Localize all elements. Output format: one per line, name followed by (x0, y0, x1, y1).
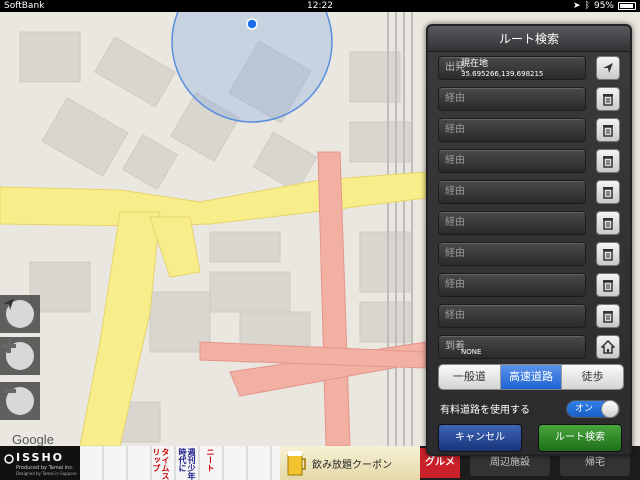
manga-ad-images: タイムスリップ 週刊少年時代に ニート (80, 446, 280, 480)
trash-icon (603, 187, 613, 199)
trash-icon (603, 94, 613, 106)
waypoint-field[interactable]: 経由 (438, 273, 586, 297)
issho-designed-by: Designed by Tamai in Sapporo (16, 471, 77, 476)
waypoint-field[interactable]: 経由 (438, 118, 586, 142)
route-search-panel: ルート検索 出発 現在地 35.695266,139.698215 経由 経由 … (426, 24, 632, 456)
issho-brand: ISSHO (16, 451, 65, 464)
delete-waypoint-button[interactable] (596, 118, 620, 142)
delete-waypoint-button[interactable] (596, 211, 620, 235)
waypoint-row: 経由 (438, 180, 628, 204)
google-logo: Google (12, 432, 54, 447)
coupon-text: 飲み放題クーポン (312, 460, 392, 471)
trash-icon (603, 249, 613, 261)
waypoint-field[interactable]: 経由 (438, 180, 586, 204)
delete-waypoint-button[interactable] (596, 242, 620, 266)
waypoint-field[interactable]: 経由 (438, 149, 586, 173)
origin-field[interactable]: 出発 現在地 35.695266,139.698215 (438, 56, 586, 80)
toll-road-toggle[interactable]: オン (566, 400, 620, 418)
delete-waypoint-button[interactable] (596, 304, 620, 328)
home-destination-button[interactable] (596, 335, 620, 359)
locate-me-button[interactable] (0, 295, 40, 333)
manga-title: 週刊少年時代に (178, 448, 196, 480)
waypoint-row: 経由 (438, 149, 628, 173)
waypoint-row: 経由 (438, 273, 628, 297)
coupon-ad: 飲み放題クーポン (280, 446, 420, 480)
trash-icon (603, 218, 613, 230)
delete-waypoint-button[interactable] (596, 180, 620, 204)
origin-row: 出発 現在地 35.695266,139.698215 (438, 56, 628, 80)
status-right: ➤ ᛒ 95% (573, 0, 636, 12)
waypoint-field[interactable]: 経由 (438, 211, 586, 235)
waypoint-field[interactable]: 経由 (438, 242, 586, 266)
plus-icon (2, 339, 34, 370)
waypoint-row: 経由 (438, 304, 628, 328)
toggle-on-label: オン (575, 404, 594, 414)
road-type-walk[interactable]: 徒歩 (562, 365, 623, 389)
waypoint-field[interactable]: 経由 (438, 87, 586, 111)
status-time: 12:22 (307, 1, 333, 11)
battery-icon (618, 2, 636, 10)
trash-icon (603, 311, 613, 323)
waypoint-field[interactable]: 経由 (438, 304, 586, 328)
toggle-knob (601, 400, 619, 418)
home-icon (601, 340, 615, 354)
navigation-arrow-icon (3, 298, 34, 328)
delete-waypoint-button[interactable] (596, 273, 620, 297)
current-location-dot (246, 18, 258, 30)
destination-value: NONE (461, 348, 482, 356)
route-search-button[interactable]: ルート検索 (538, 424, 622, 452)
location-arrow-icon (603, 63, 613, 73)
origin-coords: 35.695266,139.698215 (461, 70, 544, 78)
issho-logo: ISSHO Produced by Tamai inc. Designed by… (0, 446, 80, 480)
location-arrow-icon: ➤ (573, 1, 581, 11)
destination-field[interactable]: 到着 NONE (438, 335, 586, 359)
toll-road-label: 有料道路を使用する (440, 405, 530, 416)
waypoint-row: 経由 (438, 211, 628, 235)
manga-title: タイムスリップ (152, 448, 170, 480)
road-type-highway[interactable]: 高速道路 (500, 365, 563, 389)
delete-waypoint-button[interactable] (596, 149, 620, 173)
status-bar: SoftBank 12:22 ➤ ᛒ 95% (0, 0, 640, 12)
trash-icon (603, 125, 613, 137)
waypoint-row: 経由 (438, 118, 628, 142)
waypoint-row: 経由 (438, 87, 628, 111)
toll-road-setting: 有料道路を使用する オン (440, 398, 626, 420)
waypoint-row: 経由 (438, 242, 628, 266)
trash-icon (603, 156, 613, 168)
minus-icon (2, 387, 34, 415)
road-type-general[interactable]: 一般道 (439, 365, 501, 389)
road-type-segmented-control: 一般道 高速道路 徒歩 (438, 364, 624, 390)
destination-row: 到着 NONE (438, 335, 628, 359)
battery-percent: 95% (593, 1, 614, 11)
beer-mug-icon (287, 451, 306, 476)
manga-title: ニート (206, 448, 215, 472)
bluetooth-icon: ᛒ (584, 1, 590, 11)
cancel-button[interactable]: キャンセル (438, 424, 522, 452)
use-current-location-button[interactable] (596, 56, 620, 80)
panel-title: ルート検索 (428, 26, 630, 52)
trash-icon (603, 280, 613, 292)
zoom-out-button[interactable] (0, 382, 40, 420)
zoom-in-button[interactable] (0, 337, 40, 375)
sun-icon (4, 454, 14, 464)
delete-waypoint-button[interactable] (596, 87, 620, 111)
